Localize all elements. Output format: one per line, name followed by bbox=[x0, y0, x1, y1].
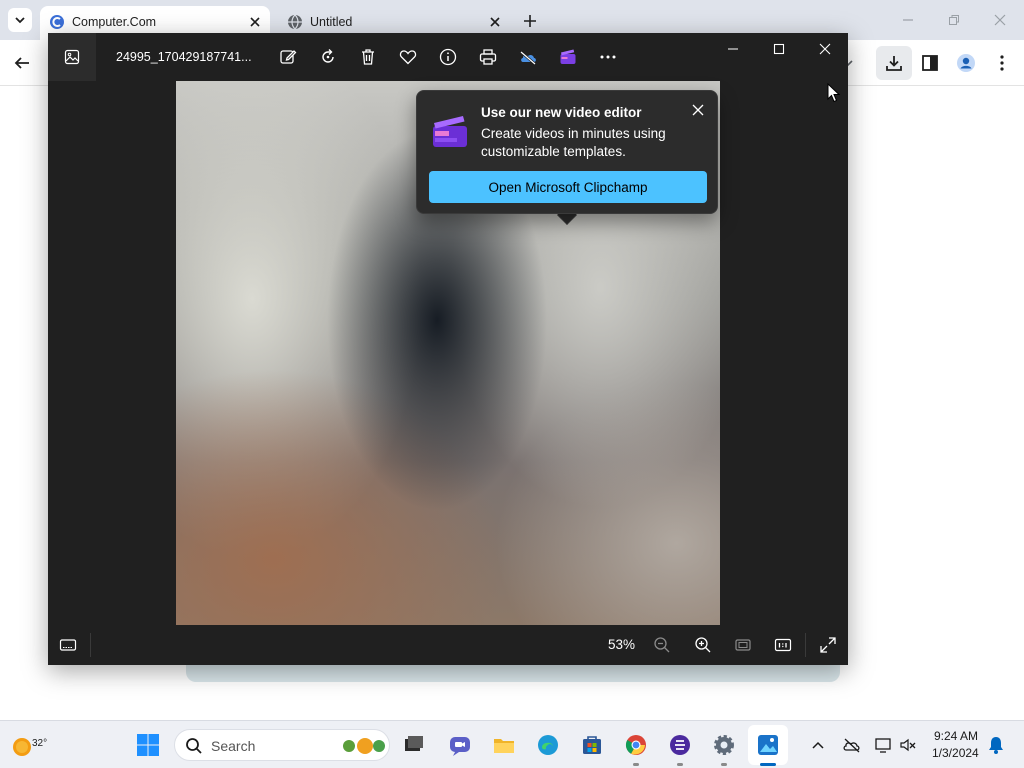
fit-to-window-icon[interactable] bbox=[733, 635, 753, 655]
tab-search-button[interactable] bbox=[8, 8, 32, 32]
globe-icon bbox=[288, 14, 302, 30]
rotate-icon[interactable] bbox=[318, 47, 338, 67]
clipchamp-logo-icon bbox=[433, 116, 467, 147]
windows-taskbar: 32° Search 9:24 AM 1/3/2024 bbox=[0, 720, 1024, 768]
task-view-icon[interactable] bbox=[402, 733, 426, 757]
photos-bottom-bar: 53% bbox=[48, 625, 848, 665]
search-icon bbox=[186, 738, 202, 754]
weather-widget[interactable]: 32° bbox=[10, 729, 50, 761]
new-tab-icon[interactable] bbox=[522, 13, 538, 29]
delete-icon[interactable] bbox=[358, 47, 378, 67]
download-icon bbox=[886, 56, 902, 71]
gallery-icon bbox=[64, 49, 80, 65]
microsoft-store-icon[interactable] bbox=[580, 733, 604, 757]
profile-avatar-icon[interactable] bbox=[956, 53, 976, 73]
site-favicon-icon bbox=[50, 15, 64, 29]
divider bbox=[805, 633, 806, 657]
notification-bell-icon[interactable] bbox=[986, 735, 1006, 755]
running-indicator bbox=[677, 763, 683, 766]
close-tab-icon[interactable] bbox=[248, 15, 262, 29]
settings-gear-icon[interactable] bbox=[712, 733, 736, 757]
chrome-browser-icon[interactable] bbox=[624, 733, 648, 757]
photo-filename: 24995_170429187741... bbox=[116, 50, 252, 64]
back-arrow-icon[interactable] bbox=[12, 53, 32, 73]
file-explorer-icon[interactable] bbox=[492, 733, 516, 757]
restore-icon[interactable] bbox=[946, 12, 962, 28]
clock-time[interactable]: 9:24 AM bbox=[934, 729, 978, 743]
tab-title: Untitled bbox=[310, 15, 353, 29]
app-e-icon[interactable] bbox=[668, 733, 692, 757]
teaching-tip: Use our new video editor Create videos i… bbox=[416, 90, 718, 214]
teams-chat-icon[interactable] bbox=[448, 733, 472, 757]
side-panel-icon[interactable] bbox=[920, 53, 940, 73]
divider bbox=[90, 633, 91, 657]
download-button[interactable] bbox=[876, 46, 912, 80]
more-options-icon[interactable] bbox=[598, 47, 618, 67]
running-indicator bbox=[633, 763, 639, 766]
close-icon[interactable] bbox=[818, 42, 832, 56]
edit-icon[interactable] bbox=[278, 47, 298, 67]
info-icon[interactable] bbox=[438, 47, 458, 67]
photos-app-icon bbox=[758, 735, 778, 755]
volume-muted-icon[interactable] bbox=[898, 735, 918, 755]
filmstrip-icon[interactable] bbox=[58, 635, 78, 655]
taskbar-search-box[interactable]: Search bbox=[174, 729, 390, 761]
close-tab-icon[interactable] bbox=[488, 15, 502, 29]
gallery-button[interactable] bbox=[48, 33, 96, 81]
edge-browser-icon[interactable] bbox=[536, 733, 560, 757]
more-menu-icon[interactable] bbox=[992, 53, 1012, 73]
search-placeholder: Search bbox=[211, 738, 256, 754]
maximize-icon[interactable] bbox=[772, 42, 786, 56]
zoom-out-icon[interactable] bbox=[652, 635, 672, 655]
favorite-icon[interactable] bbox=[398, 47, 418, 67]
open-clipchamp-button[interactable]: Open Microsoft Clipchamp bbox=[429, 171, 707, 203]
mouse-cursor-icon bbox=[827, 83, 841, 103]
weather-temperature: 32° bbox=[32, 738, 48, 749]
network-icon[interactable] bbox=[874, 735, 894, 755]
onedrive-icon[interactable] bbox=[518, 47, 538, 67]
sun-icon bbox=[13, 738, 31, 756]
photos-taskbar-button[interactable] bbox=[748, 725, 788, 765]
running-indicator bbox=[721, 763, 727, 766]
full-screen-icon[interactable] bbox=[818, 635, 838, 655]
chevron-up-icon[interactable] bbox=[808, 735, 828, 755]
photos-titlebar: 24995_170429187741... bbox=[48, 33, 848, 81]
tab-title: Computer.Com bbox=[72, 15, 157, 29]
minimize-icon[interactable] bbox=[726, 42, 740, 56]
zoom-level: 53% bbox=[608, 637, 636, 652]
clock-date[interactable]: 1/3/2024 bbox=[932, 746, 979, 760]
minimize-icon[interactable] bbox=[900, 12, 916, 28]
zoom-in-icon[interactable] bbox=[693, 635, 713, 655]
close-icon[interactable] bbox=[691, 103, 705, 117]
clipchamp-icon[interactable] bbox=[558, 47, 578, 67]
tip-body: Create videos in minutes using customiza… bbox=[481, 126, 666, 159]
search-highlight-icon bbox=[343, 738, 385, 754]
print-icon[interactable] bbox=[478, 47, 498, 67]
windows-start-icon[interactable] bbox=[136, 733, 160, 757]
actual-size-icon[interactable] bbox=[773, 635, 793, 655]
chevron-down-icon bbox=[15, 17, 25, 24]
close-window-icon[interactable] bbox=[992, 12, 1008, 28]
active-indicator bbox=[760, 763, 776, 766]
onedrive-tray-icon[interactable] bbox=[842, 735, 862, 755]
tip-title: Use our new video editor bbox=[481, 105, 642, 120]
